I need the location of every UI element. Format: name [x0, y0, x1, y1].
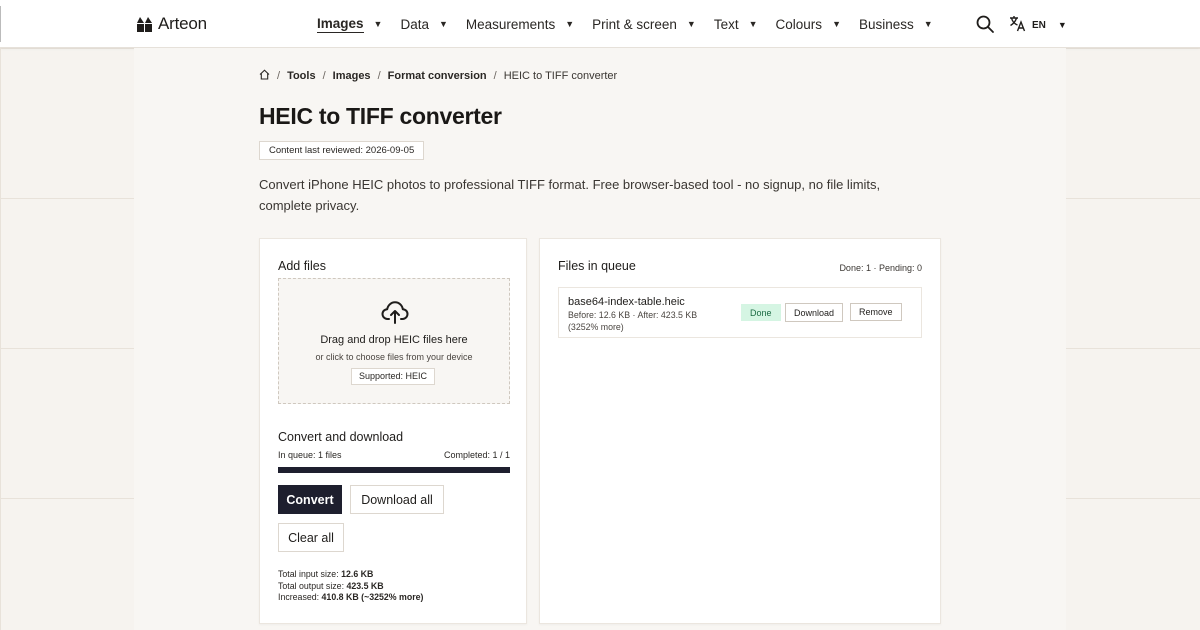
download-all-button[interactable]: Download all — [350, 485, 444, 514]
conversion-progress-bar — [278, 467, 510, 473]
clear-all-button[interactable]: Clear all — [278, 523, 344, 552]
nav-item-business[interactable]: Business ▼ — [859, 14, 933, 34]
breadcrumb-current: HEIC to TIFF converter — [503, 70, 618, 82]
language-selector[interactable]: EN ▼ — [1009, 15, 1067, 35]
chevron-down-icon: ▼ — [373, 19, 383, 29]
summary-input-value: 12.6 KB — [341, 569, 374, 579]
home-icon[interactable] — [259, 69, 270, 83]
summary-increase-row: Increased: 410.8 KB (~3252% more) — [278, 592, 423, 604]
supported-formats-badge: Supported: HEIC — [351, 368, 436, 385]
breadcrumb-separator: / — [322, 70, 326, 82]
cloud-upload-icon — [380, 297, 410, 327]
file-size-meta: Before: 12.6 KB · After: 423.5 KB (3252%… — [568, 310, 698, 332]
chevron-down-icon: ▼ — [565, 19, 575, 29]
breadcrumb-images[interactable]: Images — [333, 70, 371, 82]
translate-icon — [1009, 15, 1026, 35]
brand-icon — [137, 16, 152, 32]
nav-label: Measurements — [465, 16, 556, 32]
size-summary: Total input size: 12.6 KB Total output s… — [278, 569, 423, 604]
summary-output-row: Total output size: 423.5 KB — [278, 581, 423, 593]
queue-file-row: base64-index-table.heic Before: 12.6 KB … — [558, 287, 922, 338]
summary-increase-label: Increased: — [278, 592, 320, 602]
nav-label: Business — [858, 16, 914, 32]
search-icon[interactable] — [975, 14, 995, 34]
status-badge: Done — [741, 304, 781, 321]
main-content: / Tools / Images / Format conversion / H… — [134, 48, 1066, 630]
file-remove-button[interactable]: Remove — [850, 303, 902, 321]
summary-output-value: 423.5 KB — [346, 580, 384, 591]
review-date-badge: Content last reviewed: 2026-09-05 — [259, 141, 425, 160]
nav-item-data[interactable]: Data ▼ — [400, 14, 447, 34]
converter-panel: Add files Drag and drop HEIC files here … — [259, 238, 527, 624]
chevron-down-icon: ▼ — [1057, 20, 1067, 30]
breadcrumb-separator: / — [493, 70, 497, 82]
dropzone-title: Drag and drop HEIC files here — [320, 334, 468, 346]
nav-label: Images — [317, 15, 364, 33]
queue-title: Files in queue — [558, 259, 636, 273]
nav-label: Print & screen — [592, 16, 677, 32]
main-nav: Images ▼ Data ▼ Measurements ▼ Print & s… — [317, 0, 951, 48]
chevron-down-icon: ▼ — [686, 19, 696, 29]
file-name: base64-index-table.heic — [568, 296, 685, 308]
breadcrumb: / Tools / Images / Format conversion / H… — [259, 69, 617, 83]
top-navigation: Arteon Images ▼ Data ▼ Measurements ▼ Pr… — [0, 0, 1200, 48]
nav-label: Data — [400, 16, 429, 32]
nav-label: Text — [713, 16, 739, 32]
in-queue-count: In queue: 1 files — [278, 450, 342, 460]
chevron-down-icon: ▼ — [438, 19, 448, 29]
file-download-button[interactable]: Download — [785, 303, 844, 322]
add-files-title: Add files — [278, 259, 326, 273]
dropzone-subtitle: or click to choose files from your devic… — [315, 352, 473, 362]
summary-output-label: Total output size: — [278, 580, 345, 591]
summary-increase-value: 410.8 KB (~3252% more) — [321, 592, 424, 602]
brand-name: Arteon — [158, 14, 207, 33]
queue-panel: Files in queue Done: 1 · Pending: 0 base… — [539, 238, 941, 624]
summary-input-label: Total input size: — [278, 569, 339, 579]
queue-meta: In queue: 1 files Completed: 1 / 1 — [278, 450, 510, 460]
window-edge — [0, 6, 1, 42]
file-dropzone[interactable]: Drag and drop HEIC files here or click t… — [278, 278, 510, 404]
nav-item-colours[interactable]: Colours ▼ — [776, 14, 841, 34]
queue-status-count: Done: 1 · Pending: 0 — [839, 263, 922, 273]
nav-item-measurements[interactable]: Measurements ▼ — [466, 14, 574, 34]
convert-button[interactable]: Convert — [278, 485, 342, 514]
nav-label: Colours — [775, 16, 823, 32]
breadcrumb-format-conversion[interactable]: Format conversion — [388, 70, 487, 82]
brand-logo[interactable]: Arteon — [137, 14, 207, 34]
progress-fill — [278, 467, 510, 473]
chevron-down-icon: ▼ — [748, 19, 758, 29]
completed-count: Completed: 1 / 1 — [443, 450, 510, 460]
chevron-down-icon: ▼ — [832, 19, 841, 29]
page-intro: Convert iPhone HEIC photos to profession… — [259, 177, 881, 213]
breadcrumb-separator: / — [277, 70, 281, 82]
nav-item-images[interactable]: Images ▼ — [317, 14, 382, 34]
page-title: HEIC to TIFF converter — [259, 103, 502, 129]
language-code: EN — [1032, 19, 1046, 31]
nav-item-text[interactable]: Text ▼ — [714, 14, 758, 34]
summary-input-row: Total input size: 12.6 KB — [278, 569, 423, 581]
nav-item-print-screen[interactable]: Print & screen ▼ — [592, 14, 696, 34]
convert-section-title: Convert and download — [278, 430, 404, 444]
breadcrumb-separator: / — [377, 70, 381, 82]
chevron-down-icon: ▼ — [923, 19, 933, 29]
breadcrumb-tools[interactable]: Tools — [287, 70, 316, 82]
